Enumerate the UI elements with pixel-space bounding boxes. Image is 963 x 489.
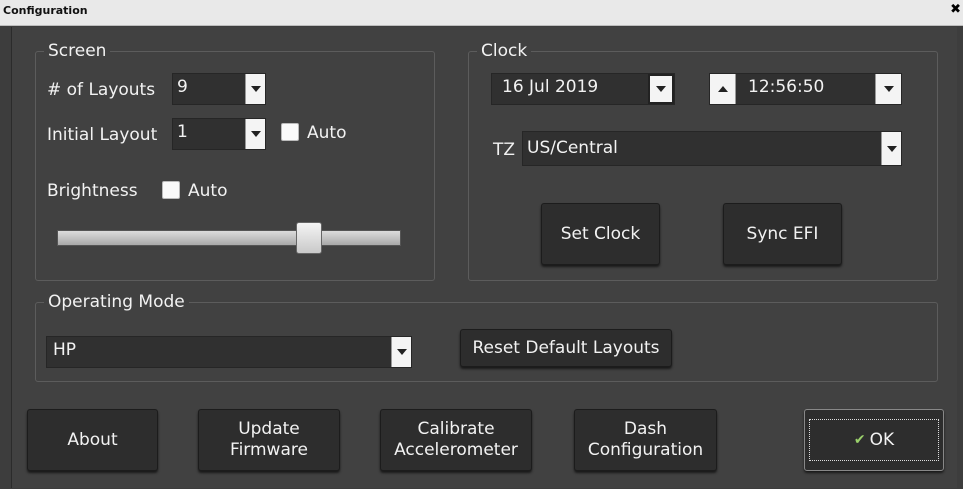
dash-configuration-label-line2: Configuration: [587, 440, 704, 460]
chevron-down-icon[interactable]: [245, 74, 265, 104]
reset-default-layouts-label: Reset Default Layouts: [472, 337, 660, 358]
about-button[interactable]: About: [27, 409, 158, 471]
configuration-panel: Screen # of Layouts 9 Initial Layout 1 A…: [11, 27, 957, 488]
update-firmware-button[interactable]: Update Firmware: [198, 409, 340, 471]
chevron-down-icon[interactable]: [875, 74, 901, 104]
tz-select[interactable]: US/Central: [522, 131, 902, 166]
reset-default-layouts-button[interactable]: Reset Default Layouts: [460, 329, 672, 367]
initial-auto-label: Auto: [307, 123, 347, 143]
time-picker[interactable]: 12:56:50: [709, 73, 902, 105]
initial-layout-select[interactable]: 1: [172, 118, 266, 150]
calibrate-label-line2: Accelerometer: [394, 440, 518, 460]
brightness-slider-handle[interactable]: [295, 222, 322, 254]
title-bar: Configuration ✖: [0, 0, 963, 26]
chevron-up-icon[interactable]: [710, 74, 736, 104]
about-label: About: [67, 429, 118, 450]
set-clock-button[interactable]: Set Clock: [541, 203, 660, 265]
dash-configuration-label-line1: Dash: [623, 419, 668, 439]
chevron-down-icon[interactable]: [391, 337, 411, 367]
window-title: Configuration: [3, 4, 88, 17]
ok-label: OK: [869, 429, 895, 450]
operating-mode-select[interactable]: HP: [46, 336, 412, 368]
brightness-slider-track[interactable]: [57, 230, 401, 246]
tz-value: US/Central: [527, 138, 618, 158]
set-clock-label: Set Clock: [560, 223, 641, 244]
initial-auto-checkbox[interactable]: [281, 123, 299, 141]
calibrate-accelerometer-button[interactable]: Calibrate Accelerometer: [380, 409, 532, 471]
layouts-select[interactable]: 9: [172, 73, 266, 105]
dash-configuration-button[interactable]: Dash Configuration: [574, 409, 717, 471]
initial-layout-label: Initial Layout: [47, 125, 158, 145]
date-picker[interactable]: 16 Jul 2019: [491, 73, 675, 105]
brightness-auto-checkbox[interactable]: [162, 181, 180, 199]
chevron-down-icon[interactable]: [881, 132, 901, 165]
screen-legend: Screen: [44, 40, 111, 62]
update-firmware-label-line1: Update: [238, 419, 300, 439]
layouts-value: 9: [177, 77, 188, 97]
brightness-label: Brightness: [47, 181, 138, 201]
operating-mode-legend: Operating Mode: [44, 291, 189, 313]
date-value: 16 Jul 2019: [502, 77, 599, 97]
tz-label: TZ: [493, 140, 516, 160]
brightness-auto-label: Auto: [188, 181, 228, 201]
check-icon: ✔: [853, 431, 866, 448]
layouts-label: # of Layouts: [47, 80, 156, 100]
chevron-down-icon[interactable]: [245, 119, 265, 149]
time-value: 12:56:50: [748, 77, 825, 97]
sync-efi-button[interactable]: Sync EFI: [723, 203, 842, 265]
ok-button[interactable]: ✔ OK: [804, 409, 944, 471]
sync-efi-label: Sync EFI: [746, 223, 819, 244]
initial-layout-value: 1: [177, 122, 188, 142]
operating-mode-value: HP: [53, 340, 77, 360]
ok-focus-ring: ✔ OK: [809, 419, 939, 461]
clock-legend: Clock: [477, 40, 532, 62]
calibrate-label-line1: Calibrate: [417, 419, 495, 439]
close-icon[interactable]: ✖: [950, 3, 961, 17]
update-firmware-label-line2: Firmware: [230, 440, 308, 460]
chevron-down-icon[interactable]: [648, 74, 674, 104]
